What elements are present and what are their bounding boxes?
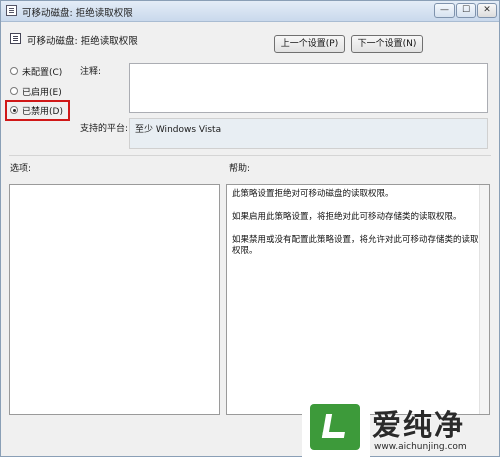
next-setting-button[interactable]: 下一个设置(N) [351,35,423,53]
options-label: 选项: [10,164,32,174]
watermark-name: 爱纯净 [372,408,466,442]
section-divider [9,155,491,156]
radio-not-configured[interactable]: 未配置(C) [10,64,62,78]
help-panel: 此策略设置拒绝对可移动磁盘的读取权限。 如果启用此策略设置，将拒绝对此可移动存储… [226,184,490,415]
watermark-url: www.aichunjing.com [374,442,467,452]
radio-button-circle[interactable] [10,87,18,95]
radio-label: 已启用(E) [22,87,62,98]
supported-platform-label: 支持的平台: [80,124,129,134]
help-paragraph: 如果启用此策略设置，将拒绝对此可移动存储类的读取权限。 [232,212,462,222]
maximize-button[interactable]: ☐ [456,3,476,18]
help-scrollbar[interactable] [479,185,489,414]
window-title: 可移动磁盘: 拒绝读取权限 [22,8,133,19]
policy-setting-icon [10,33,21,44]
previous-setting-button[interactable]: 上一个设置(P) [274,35,345,53]
radio-enabled[interactable]: 已启用(E) [10,84,62,98]
policy-dialog-window: 可移动磁盘: 拒绝读取权限 — ☐ ✕ 可移动磁盘: 拒绝读取权限 上一个设置(… [0,0,500,457]
help-paragraph: 此策略设置拒绝对可移动磁盘的读取权限。 [232,189,394,199]
supported-platform-value: 至少 Windows Vista [129,118,488,149]
highlight-box [5,100,70,121]
comment-textarea[interactable] [129,63,488,113]
options-panel [9,184,220,415]
setting-name: 可移动磁盘: 拒绝读取权限 [27,36,138,47]
title-bar[interactable]: 可移动磁盘: 拒绝读取权限 — ☐ ✕ [1,1,499,22]
minimize-button[interactable]: — [434,3,455,18]
watermark-logo-icon [302,398,370,457]
comment-label: 注释: [80,67,102,77]
close-button[interactable]: ✕ [477,3,497,18]
policy-document-icon [6,5,17,16]
radio-label: 未配置(C) [22,67,63,78]
radio-button-circle[interactable] [10,67,18,75]
help-label: 帮助: [229,164,251,174]
watermark: 爱纯净 www.aichunjing.com [302,398,500,457]
help-paragraph: 如果禁用或没有配置此策略设置，将允许对此可移动存储类的读取权限。 [232,235,479,256]
